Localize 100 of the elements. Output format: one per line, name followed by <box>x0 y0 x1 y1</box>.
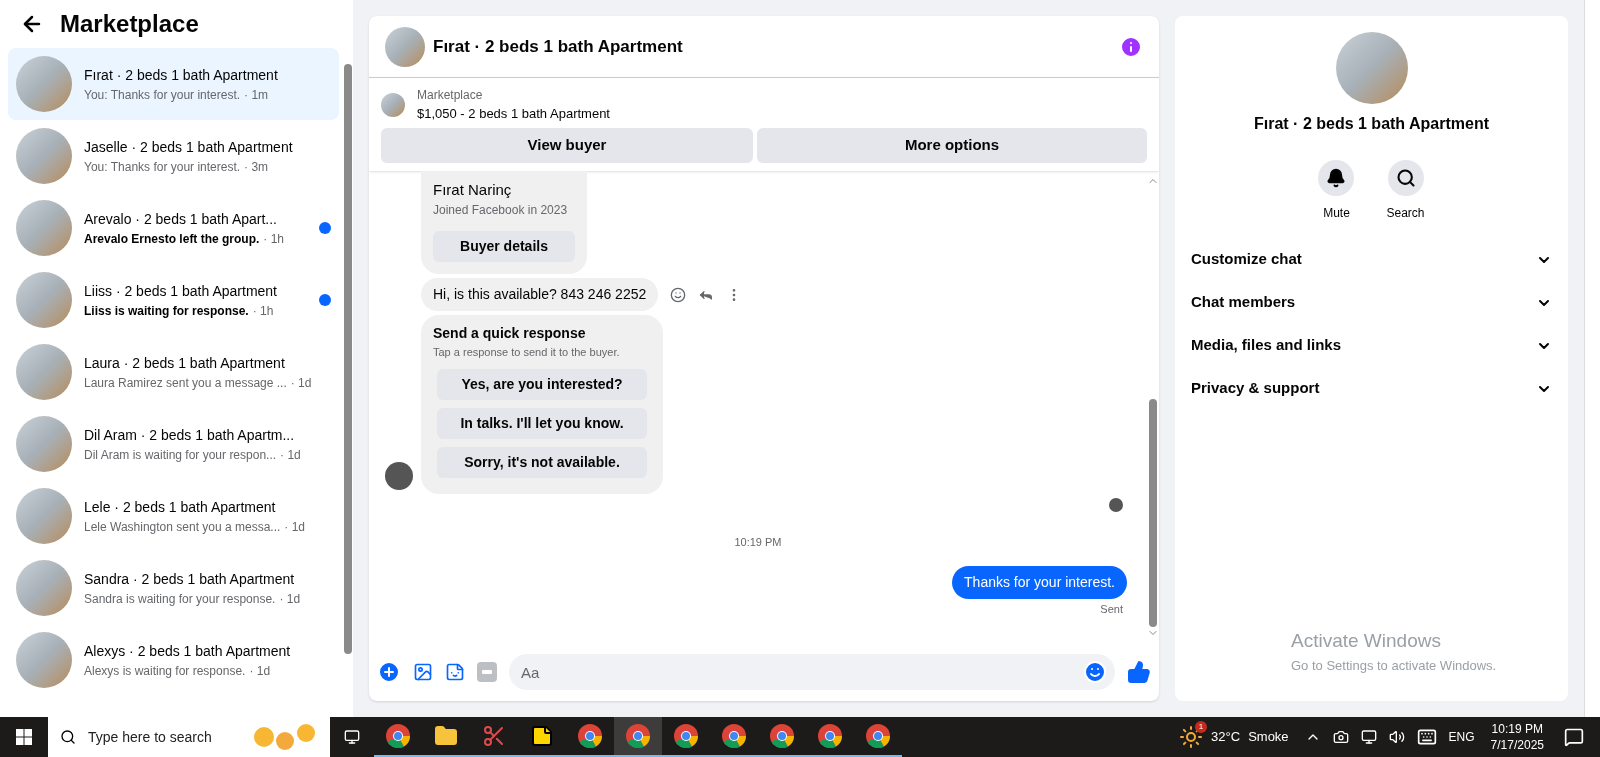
temperature: 32°C <box>1211 728 1241 747</box>
folder-icon <box>434 724 458 748</box>
taskbar-search[interactable]: Type here to search <box>48 717 330 757</box>
message-bubble: Hi, is this available? 843 246 2252 <box>421 278 659 311</box>
details-title: Fırat · 2 beds 1 bath Apartment <box>1254 114 1489 134</box>
browser-icon <box>385 723 411 749</box>
chat-title: Fırat · 2 beds 1 bath Apartment <box>433 35 684 58</box>
listing-photo <box>385 26 425 67</box>
quick-response-button[interactable]: Yes, are you interested? <box>437 368 647 400</box>
quick-response-title: Send a quick response <box>433 324 587 343</box>
listing-photo <box>16 272 72 328</box>
conversation-time: · 1d <box>280 446 301 464</box>
quick-response-button[interactable]: Sorry, it's not available. <box>437 446 647 478</box>
like-icon[interactable] <box>1127 660 1151 684</box>
browser-icon <box>721 723 747 749</box>
buyer-details-button[interactable]: Buyer details <box>433 231 575 262</box>
listing-photo <box>16 128 72 184</box>
mute-button[interactable] <box>1318 160 1355 196</box>
volume-icon[interactable] <box>1388 729 1405 745</box>
details-section[interactable]: Privacy & support <box>1191 367 1552 410</box>
seen-avatar <box>1109 497 1123 512</box>
conversation-title: Dil Aram · 2 beds 1 bath Apartm... <box>84 425 296 445</box>
camera-icon[interactable] <box>1332 729 1349 745</box>
note-icon <box>530 724 554 748</box>
conversation-preview: Dil Aram is waiting for your respon... <box>84 446 277 464</box>
message-input[interactable]: Aa <box>509 654 1115 690</box>
details-section[interactable]: Media, files and links <box>1191 324 1552 367</box>
weather-condition: Smoke <box>1248 728 1289 747</box>
listing-photo <box>16 56 72 112</box>
browser-icon <box>865 723 891 749</box>
conversation-title: Fırat · 2 beds 1 bath Apartment <box>84 65 279 85</box>
language-indicator[interactable]: ENG <box>1448 728 1475 746</box>
add-icon[interactable] <box>377 660 401 684</box>
listing-button[interactable]: View buyer <box>381 127 753 163</box>
scrollbar-thumb[interactable] <box>1149 399 1157 627</box>
listing-photo <box>16 488 72 544</box>
emoji-faces-icon <box>252 723 318 751</box>
search-button[interactable] <box>1387 160 1424 196</box>
sidebar-title: Marketplace <box>60 9 199 39</box>
taskbar-app[interactable] <box>614 717 662 757</box>
conversation-item[interactable]: Jaselle · 2 beds 1 bath Apartment You: Thanks for your interest. · 3m <box>8 120 339 192</box>
conversation-preview: Laura Ramirez sent you a message ... <box>84 374 287 392</box>
listing-photo <box>381 92 405 117</box>
windows-icon <box>16 729 32 745</box>
conversation-title: Liiss · 2 beds 1 bath Apartment <box>84 281 278 301</box>
conversation-preview: You: Thanks for your interest. <box>84 86 241 104</box>
conversation-time: · 1m <box>244 86 269 104</box>
network-icon[interactable] <box>1360 729 1377 745</box>
conversation-item[interactable]: Liiss · 2 beds 1 bath Apartment Liiss is waiting for response. · 1h <box>8 264 339 336</box>
weather-badge: 1 <box>1195 721 1208 733</box>
browser-icon <box>817 723 843 749</box>
conversation-item[interactable]: Alexys · 2 beds 1 bath Apartment Alexys is waiting for response. · 1d <box>8 624 339 696</box>
search-icon <box>1395 168 1416 188</box>
conversation-title: Sandra · 2 beds 1 bath Apartment <box>84 569 296 589</box>
conversation-item[interactable]: Laura · 2 beds 1 bath Apartment Laura Ramirez sent you a message ... · 1d <box>8 336 339 408</box>
conversation-time: · 1h <box>252 302 274 320</box>
clock-date: 7/17/2025 <box>1490 737 1544 753</box>
conversation-title: Jaselle · 2 beds 1 bath Apartment <box>84 137 294 157</box>
quick-response-subtitle: Tap a response to send it to the buyer. <box>433 345 621 360</box>
action-label: Search <box>1386 205 1425 222</box>
search-icon <box>60 729 76 745</box>
listing-button[interactable]: More options <box>757 127 1147 163</box>
conversation-title: Alexys · 2 beds 1 bath Apartment <box>84 641 292 661</box>
listing-title: $1,050 - 2 beds 1 bath Apartment <box>417 105 610 123</box>
conversation-time: · 1h <box>263 230 285 248</box>
weather-icon <box>1179 725 1204 749</box>
quick-response-button[interactable]: In talks. I'll let you know. <box>437 407 647 439</box>
conversation-title: Arevalo · 2 beds 1 bath Apart... <box>84 209 278 229</box>
browser-icon <box>625 723 651 749</box>
details-section[interactable]: Chat members <box>1191 281 1552 324</box>
conversation-item[interactable]: Dil Aram · 2 beds 1 bath Apartm... Dil Aram is waiting for your respon... · 1d <box>8 408 339 480</box>
browser-icon <box>769 723 795 749</box>
details-section[interactable]: Customize chat <box>1191 238 1552 281</box>
conversation-time: · 1d <box>279 590 301 608</box>
listing-label: Marketplace <box>417 87 484 104</box>
listing-photo <box>16 560 72 616</box>
browser-icon <box>577 723 603 749</box>
listing-photo <box>16 416 72 472</box>
conversation-time: · 1d <box>249 662 271 680</box>
clock-time: 10:19 PM <box>1491 721 1543 737</box>
activation-text: Go to Settings to activate Windows. <box>1291 656 1497 675</box>
buyer-subtitle: Joined Facebook in 2023 <box>433 202 569 219</box>
notification-icon[interactable] <box>1564 727 1584 747</box>
message-status: Sent <box>1100 602 1123 617</box>
conversation-preview: Liiss is waiting for response. <box>84 302 249 320</box>
keyboard-icon[interactable] <box>1416 727 1437 747</box>
outgoing-message: Thanks for your interest. <box>952 566 1127 599</box>
photo-icon[interactable] <box>413 662 433 682</box>
conversation-item[interactable]: Sandra · 2 beds 1 bath Apartment Sandra is waiting for your response. · 1d <box>8 552 339 624</box>
react-icon[interactable] <box>670 286 687 303</box>
conversation-time: · 1d <box>284 518 306 536</box>
activation-title: Activate Windows <box>1291 629 1442 653</box>
conversation-item[interactable]: Fırat · 2 beds 1 bath Apartment You: Thanks for your interest. · 1m <box>8 48 339 120</box>
conversation-item[interactable]: Lele · 2 beds 1 bath Apartment Lele Washington sent you a messa... · 1d <box>8 480 339 552</box>
conversation-item[interactable]: Arevalo · 2 beds 1 bath Apart... Arevalo Ernesto left the group. · 1h <box>8 192 339 264</box>
sticker-icon[interactable] <box>445 662 465 682</box>
task-view-icon <box>344 729 360 745</box>
sender-avatar <box>385 461 413 490</box>
conversation-time: · 3m <box>244 158 269 176</box>
conversation-title: Lele · 2 beds 1 bath Apartment <box>84 497 277 517</box>
